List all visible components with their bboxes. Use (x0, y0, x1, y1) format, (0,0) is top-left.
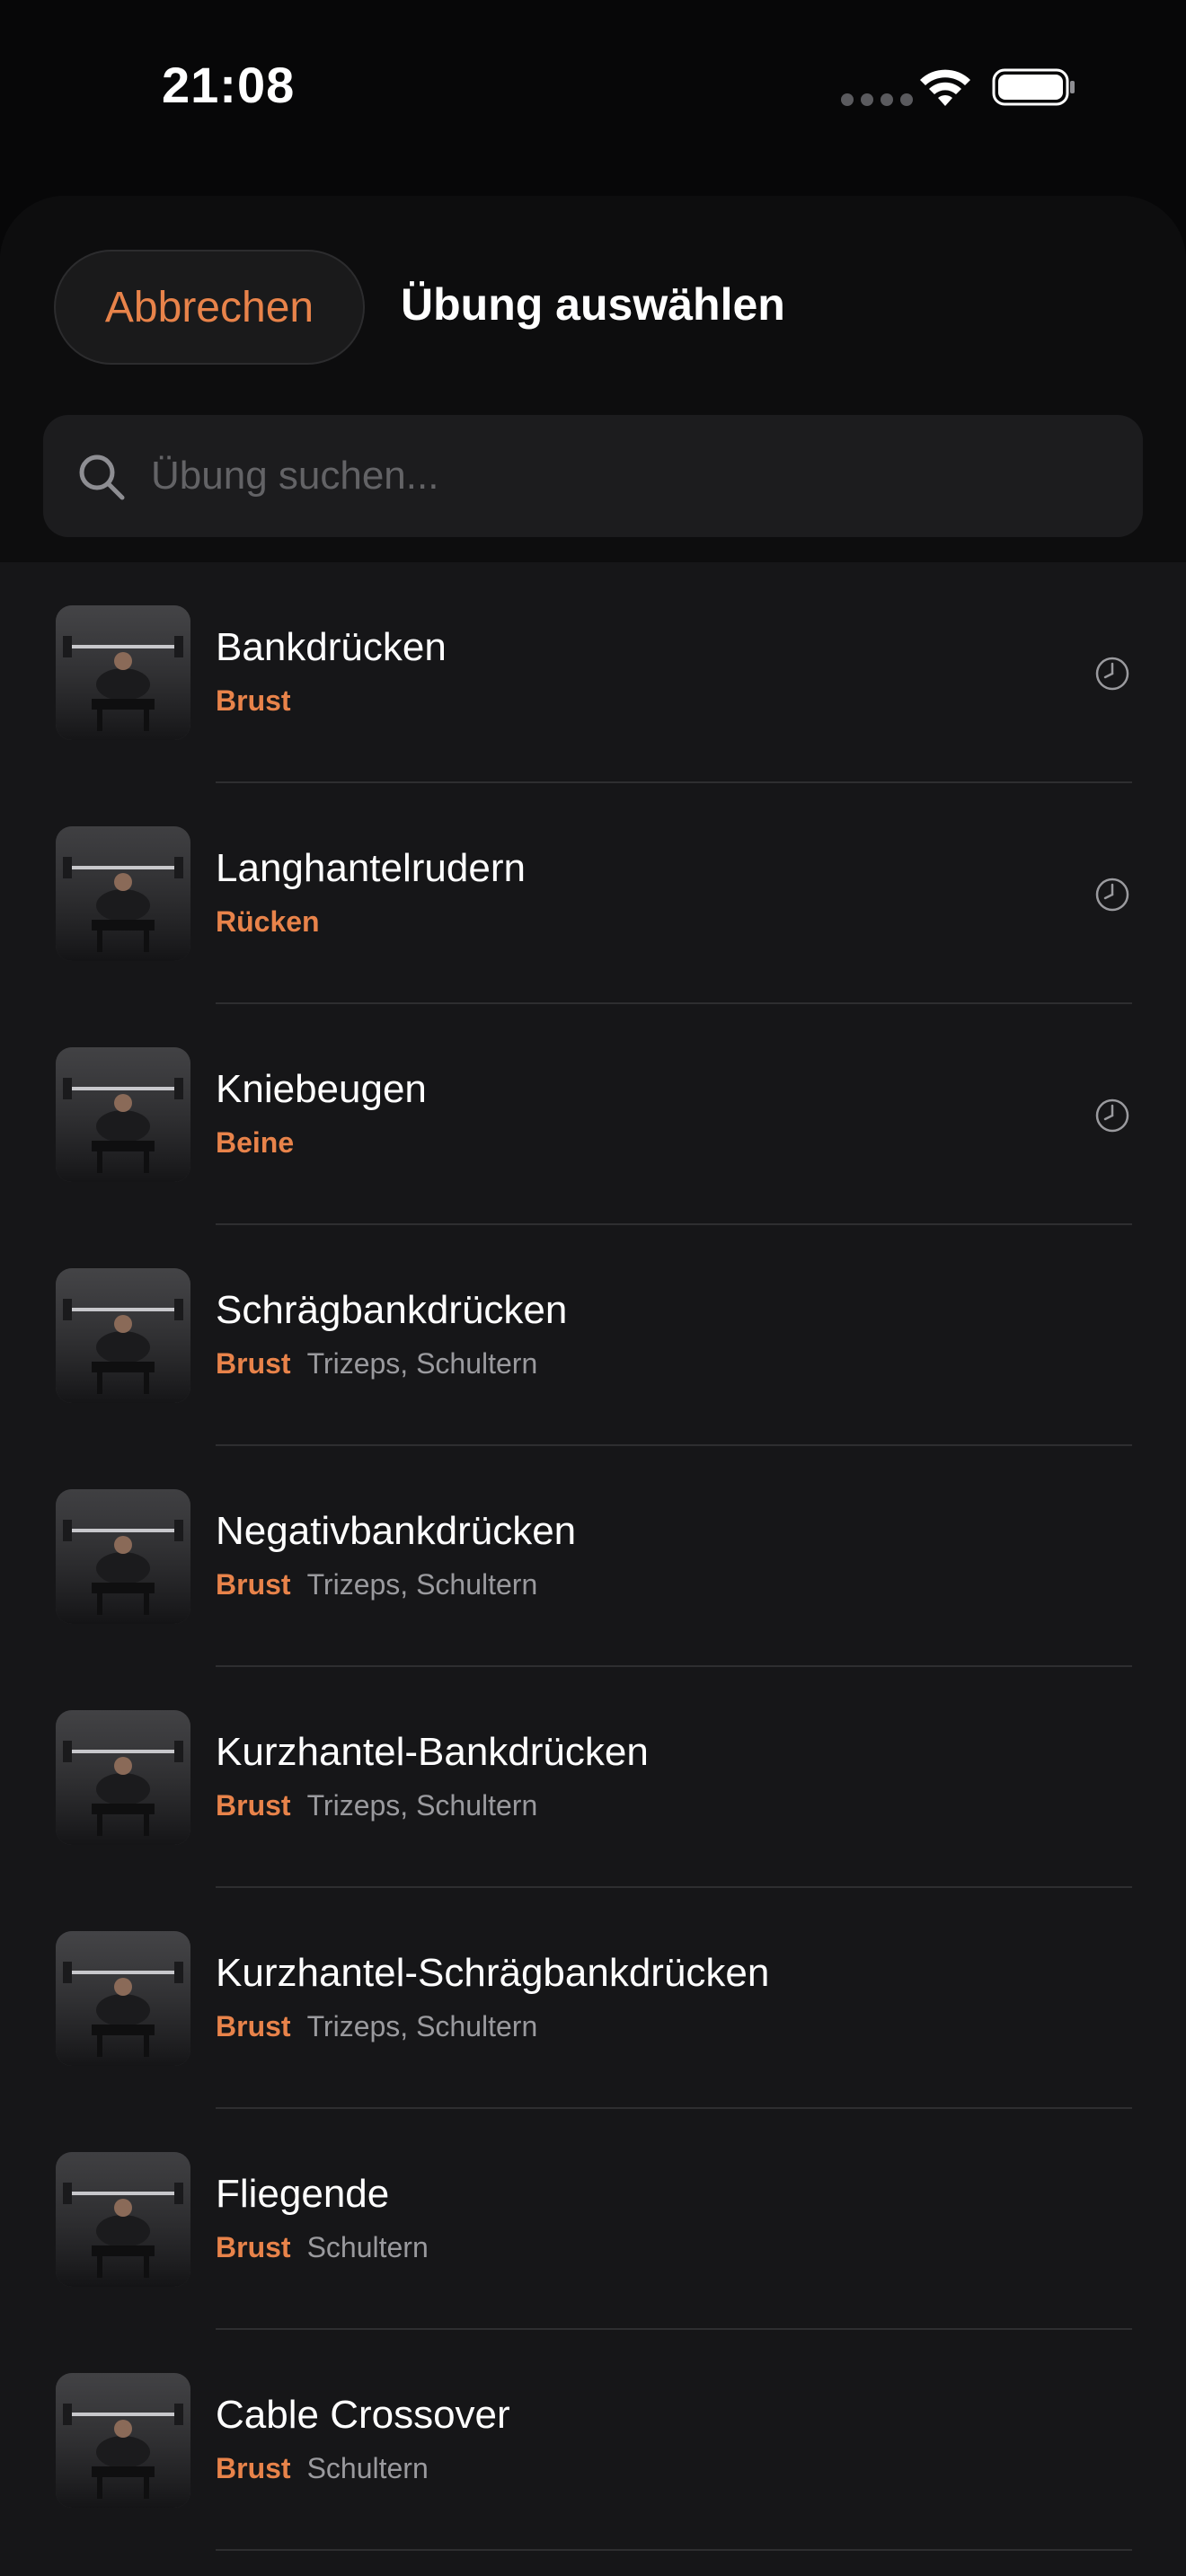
secondary-muscles: Schultern (306, 2452, 429, 2484)
search-input[interactable] (151, 415, 1121, 537)
primary-muscle: Brust (216, 1568, 291, 1601)
exercise-muscles: Rücken (216, 905, 320, 939)
app-screen: 21:08 Abbrechen Übung auswählen Übung su… (0, 0, 1186, 2576)
exercise-thumbnail (56, 2373, 190, 2508)
primary-muscle: Brust (216, 2010, 291, 2042)
exercise-row[interactable]: Kurzhantel-Bankdrücken Brust Trizeps, Schu… (0, 1667, 1186, 1888)
exercise-thumbnail (56, 1489, 190, 1624)
primary-muscle: Beine (216, 1126, 295, 1159)
secondary-muscles: Trizeps, Schultern (306, 1347, 538, 1380)
primary-muscle: Brust (216, 1789, 291, 1822)
exercise-row[interactable]: Cable Crossover Brust Schultern (0, 2330, 1186, 2551)
exercise-name: Cable Crossover (216, 2393, 510, 2437)
exercise-row[interactable]: Fliegende Brust Schultern (0, 2109, 1186, 2330)
exercise-thumbnail (56, 1268, 190, 1403)
history-icon (1095, 878, 1129, 912)
exercise-muscles: Brust Schultern (216, 2231, 429, 2264)
exercise-muscles: Beine (216, 1126, 294, 1160)
exercise-muscles: Brust Trizeps, Schultern (216, 1347, 537, 1381)
exercise-name: Fliegende (216, 2172, 390, 2216)
exercise-name: Kniebeugen (216, 1067, 427, 1111)
exercise-row[interactable]: Kniebeugen Beine (0, 1004, 1186, 1225)
primary-muscle: Brust (216, 2231, 291, 2263)
primary-muscle: Rücken (216, 905, 320, 938)
exercise-row[interactable]: Bankdrücken Brust (0, 562, 1186, 783)
search-field[interactable] (43, 415, 1143, 537)
wifi-icon (920, 69, 970, 106)
exercise-thumbnail (56, 826, 190, 961)
sheet-title: Übung auswählen (401, 279, 785, 330)
row-divider (216, 2549, 1132, 2551)
history-icon (1095, 657, 1129, 691)
secondary-muscles: Trizeps, Schultern (306, 1568, 538, 1601)
exercise-row[interactable]: Schrägbankdrücken Brust Trizeps, Schultern (0, 1225, 1186, 1446)
secondary-muscles: Schultern (306, 2231, 429, 2263)
primary-muscle: Brust (216, 2452, 291, 2484)
secondary-muscles: Trizeps, Schultern (306, 1789, 538, 1822)
exercise-name: Negativbankdrücken (216, 1509, 577, 1553)
battery-icon (992, 68, 1075, 106)
status-bar: 21:08 (0, 0, 1186, 171)
exercise-row[interactable]: Kurzhantel-Schrägbankdrücken Brust Trizeps… (0, 1888, 1186, 2109)
exercise-muscles: Brust Trizeps, Schultern (216, 1789, 537, 1822)
exercise-name: Langhantelrudern (216, 846, 526, 890)
exercise-thumbnail (56, 2152, 190, 2287)
secondary-muscles: Trizeps, Schultern (306, 2010, 538, 2042)
exercise-list: Bankdrücken Brust Langhantelrudern Rücken Kn… (0, 562, 1186, 2551)
cellular-signal-icon (841, 93, 913, 106)
exercise-muscles: Brust (216, 684, 291, 718)
exercise-muscles: Brust Trizeps, Schultern (216, 2010, 537, 2043)
sheet-header: Abbrechen Übung auswählen (0, 196, 1186, 562)
cancel-button[interactable]: Abbrechen (54, 250, 365, 365)
primary-muscle: Brust (216, 684, 291, 717)
exercise-muscles: Brust Schultern (216, 2452, 429, 2485)
exercise-thumbnail (56, 1710, 190, 1845)
search-icon (79, 454, 125, 500)
status-time: 21:08 (162, 57, 296, 113)
exercise-row[interactable]: Langhantelrudern Rücken (0, 783, 1186, 1004)
exercise-thumbnail (56, 1047, 190, 1182)
exercise-row[interactable]: Negativbankdrücken Brust Trizeps, Schulter… (0, 1446, 1186, 1667)
history-icon (1095, 1098, 1129, 1133)
exercise-name: Kurzhantel-Bankdrücken (216, 1730, 649, 1774)
exercise-muscles: Brust Trizeps, Schultern (216, 1568, 537, 1601)
exercise-thumbnail (56, 605, 190, 740)
exercise-name: Schrägbankdrücken (216, 1288, 568, 1332)
exercise-name: Bankdrücken (216, 625, 447, 669)
primary-muscle: Brust (216, 1347, 291, 1380)
exercise-name: Kurzhantel-Schrägbankdrücken (216, 1951, 770, 1995)
exercise-picker-sheet: Abbrechen Übung auswählen Bankdrücken Bru… (0, 196, 1186, 2576)
exercise-thumbnail (56, 1931, 190, 2066)
